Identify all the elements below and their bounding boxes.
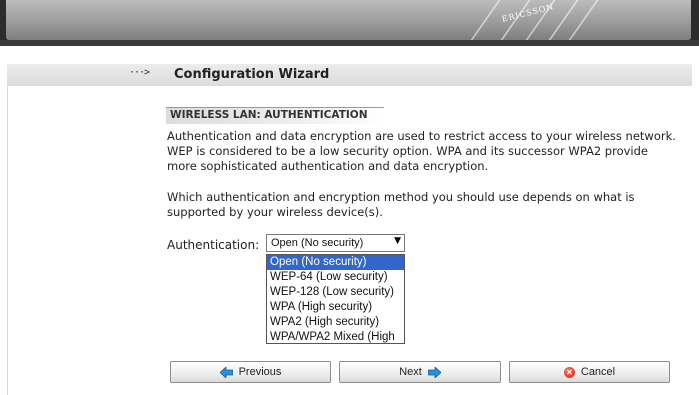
dropdown-option[interactable]: WEP-64 (Low security) (267, 270, 404, 285)
banner-bottom-edge (0, 40, 699, 46)
authentication-dropdown-list[interactable]: Open (No security) WEP-64 (Low security) W… (266, 254, 405, 344)
cancel-button[interactable]: ✕ Cancel (509, 361, 670, 383)
wizard-page: ERICSSON ···> Configuration Wizard WIREL… (0, 0, 699, 395)
page-header: ···> Configuration Wizard (7, 64, 692, 86)
section-heading: WIRELESS LAN: AUTHENTICATION (166, 107, 384, 124)
previous-button-label: Previous (238, 366, 282, 378)
authentication-select[interactable]: Open (No security) ▼ (266, 234, 405, 252)
dropdown-option[interactable]: Open (No security) (267, 255, 404, 270)
authentication-select-value: Open (No security) (271, 237, 364, 249)
dropdown-option[interactable]: WPA/WPA2 Mixed (High (267, 330, 404, 343)
chevron-down-icon[interactable]: ▼ (394, 236, 401, 246)
arrow-left-icon (219, 366, 233, 378)
arrow-right-icon (427, 366, 441, 378)
left-divider (7, 86, 8, 395)
previous-button[interactable]: Previous (170, 361, 331, 383)
cancel-button-label: Cancel (580, 366, 616, 378)
nav-arrow-icon: ···> (129, 67, 150, 78)
top-banner: ERICSSON (0, 0, 699, 46)
intro-paragraph: Authentication and data encryption are u… (167, 129, 676, 173)
dropdown-option[interactable]: WPA2 (High security) (267, 315, 404, 330)
cancel-icon: ✕ (563, 366, 575, 378)
next-button-label: Next (399, 366, 422, 378)
banner-panel: ERICSSON (6, 0, 691, 46)
section-heading-label: WIRELESS LAN: AUTHENTICATION (170, 109, 368, 121)
page-title: Configuration Wizard (174, 67, 330, 82)
next-button[interactable]: Next (339, 361, 501, 383)
dropdown-option[interactable]: WEP-128 (Low security) (267, 285, 404, 300)
dropdown-option[interactable]: WPA (High security) (267, 300, 404, 315)
method-paragraph: Which authentication and encryption meth… (167, 190, 635, 219)
authentication-label: Authentication: (167, 238, 260, 252)
